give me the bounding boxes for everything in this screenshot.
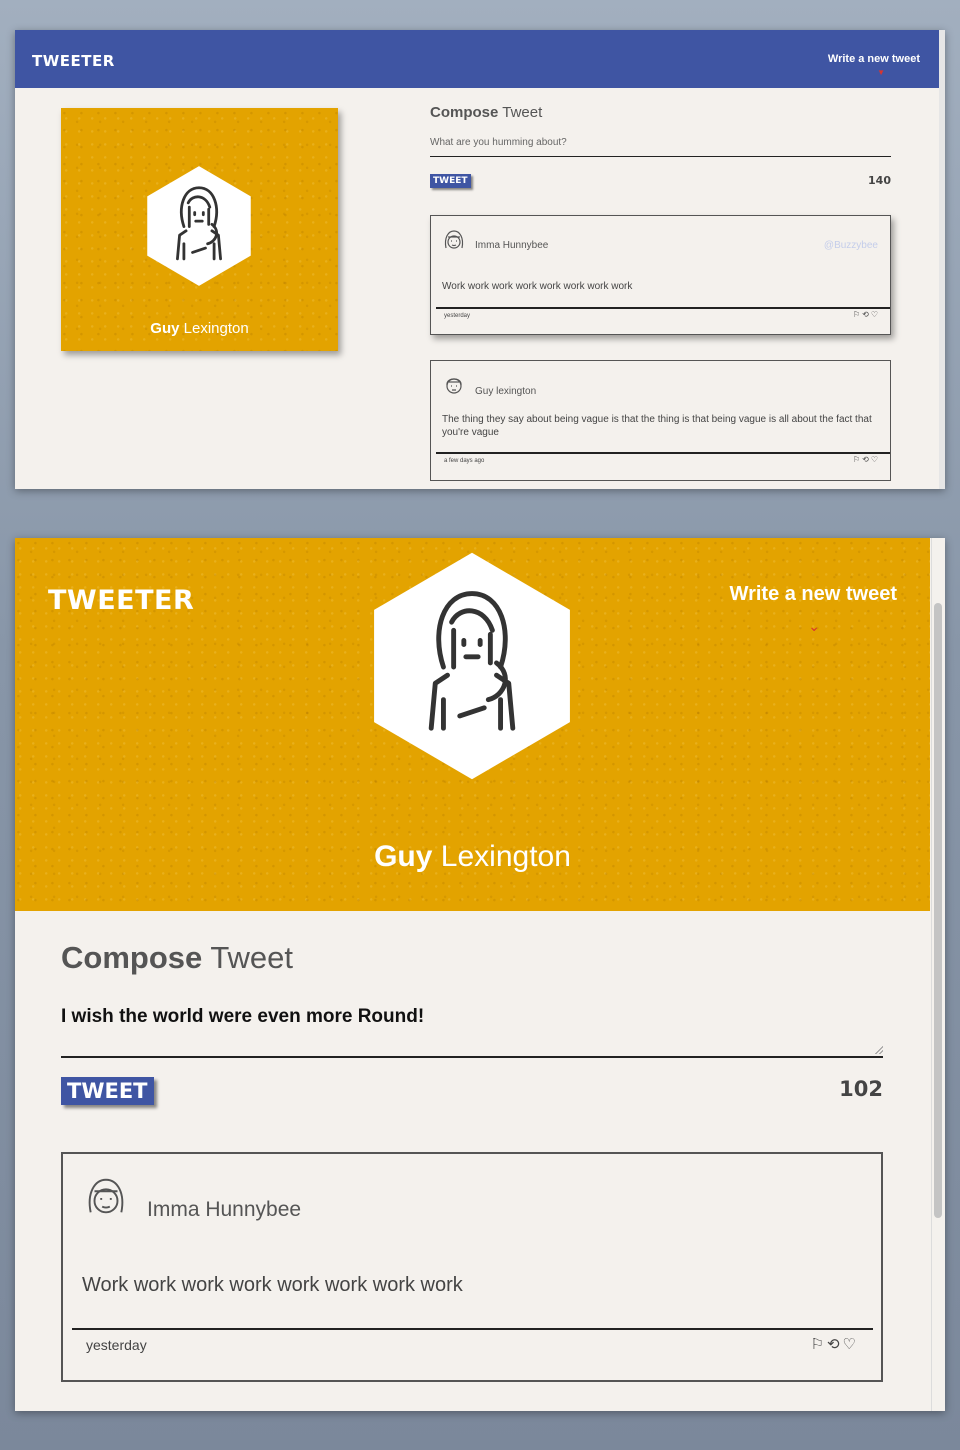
compose-section: Compose Tweet What are you humming about…	[430, 104, 891, 188]
tweet-divider	[436, 307, 890, 309]
tweet-card: Imma Hunnybee Work work work work work w…	[61, 1152, 883, 1382]
screenshot-desktop: TWEETER Write a new tweet ▼ Guy Lexingto…	[15, 30, 945, 489]
app-logo[interactable]: TWEETER	[32, 52, 115, 70]
app-logo[interactable]: TWEETER	[48, 585, 194, 616]
write-new-tweet-link[interactable]: Write a new tweet	[730, 583, 897, 606]
scrollbar[interactable]	[939, 30, 945, 489]
compose-title-rest: Tweet	[210, 940, 294, 975]
profile-first-name: Guy	[150, 320, 180, 337]
profile-avatar-icon	[147, 166, 251, 286]
tweet-username[interactable]: Guy lexington	[475, 386, 536, 397]
heart-icon[interactable]: ♡	[871, 455, 878, 464]
tweet-divider	[436, 452, 890, 454]
chevron-down-icon[interactable]: ▼	[877, 69, 885, 77]
flag-icon[interactable]: ⚐	[853, 455, 860, 464]
tweet-text: The thing they say about being vague is …	[442, 414, 872, 438]
char-counter: 140	[868, 174, 891, 187]
chevron-down-icon[interactable]: ⌄	[808, 618, 820, 635]
retweet-icon[interactable]: ⟲	[862, 455, 869, 464]
profile-name: Guy Lexington	[15, 840, 930, 874]
tweet-timestamp: yesterday	[444, 313, 471, 319]
tweet-card: Guy lexington The thing they say about b…	[430, 360, 891, 481]
tweet-text: Work work work work work work work work	[82, 1274, 463, 1296]
tweet-actions: ⚐ ⟲ ♡	[853, 455, 878, 464]
flag-icon[interactable]: ⚐	[853, 310, 860, 319]
tweet-actions: ⚐ ⟲ ♡	[853, 310, 878, 319]
tweet-divider	[72, 1328, 873, 1330]
profile-hero: TWEETER Write a new tweet ⌄ Guy Lexingto…	[15, 538, 930, 911]
tweet-timestamp: a few days ago	[444, 458, 485, 464]
write-new-tweet-link[interactable]: Write a new tweet	[828, 53, 920, 65]
tweet-input[interactable]: What are you humming about?	[430, 133, 891, 157]
tweet-timestamp: yesterday	[86, 1337, 147, 1353]
profile-first-name: Guy	[374, 840, 433, 873]
girl-avatar-icon	[88, 1178, 124, 1214]
resize-handle[interactable]	[875, 1046, 883, 1054]
top-nav: TWEETER Write a new tweet ▼	[15, 30, 945, 88]
tweet-actions: ⚐ ⟲ ♡	[811, 1335, 856, 1353]
compose-title-bold: Compose	[61, 940, 203, 975]
tweet-handle[interactable]: @Buzzybee	[824, 240, 878, 251]
tweet-button[interactable]: TWEET	[61, 1077, 154, 1105]
screenshot-narrow: TWEETER Write a new tweet ⌄ Guy Lexingto…	[15, 538, 945, 1411]
retweet-icon[interactable]: ⟲	[862, 310, 869, 319]
girl-avatar-icon	[444, 230, 464, 249]
profile-card: Guy Lexington	[61, 108, 338, 351]
scrollbar[interactable]	[931, 538, 945, 1411]
man-avatar-icon	[446, 378, 462, 394]
tweet-button[interactable]: TWEET	[430, 174, 471, 188]
heart-icon[interactable]: ♡	[843, 1335, 856, 1353]
heart-icon[interactable]: ♡	[871, 310, 878, 319]
compose-title: Compose Tweet	[61, 940, 883, 976]
tweet-text: Work work work work work work work work	[442, 281, 633, 292]
compose-title-bold: Compose	[430, 104, 499, 121]
retweet-icon[interactable]: ⟲	[827, 1335, 840, 1353]
tweet-input-value: I wish the world were even more Round!	[61, 1006, 425, 1027]
tweet-card: Imma Hunnybee @Buzzybee Work work work w…	[430, 215, 891, 335]
compose-title: Compose Tweet	[430, 104, 891, 121]
profile-name: Guy Lexington	[61, 320, 338, 337]
char-counter: 102	[839, 1077, 883, 1101]
tweet-username[interactable]: Imma Hunnybee	[475, 240, 548, 251]
tweet-input[interactable]: I wish the world were even more Round!	[61, 998, 883, 1058]
tweet-username[interactable]: Imma Hunnybee	[147, 1198, 301, 1222]
scrollbar-thumb[interactable]	[934, 603, 942, 1218]
compose-section: Compose Tweet I wish the world were even…	[61, 940, 883, 1105]
profile-last-name: Lexington	[440, 840, 571, 873]
compose-title-rest: Tweet	[502, 104, 543, 121]
profile-last-name: Lexington	[183, 320, 249, 337]
flag-icon[interactable]: ⚐	[811, 1335, 824, 1353]
profile-avatar-icon	[374, 552, 570, 780]
